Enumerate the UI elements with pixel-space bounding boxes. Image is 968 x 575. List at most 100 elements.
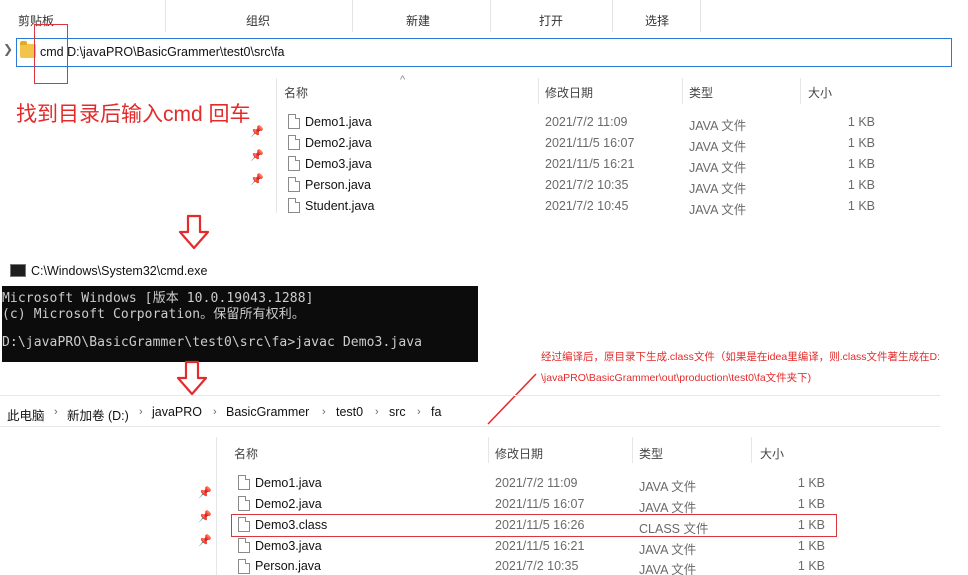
file-type: JAVA 文件 [689, 203, 747, 217]
file-size: 1 KB [847, 199, 875, 213]
file-icon [288, 198, 300, 213]
annotation-pointer-line [487, 373, 537, 425]
cmd-output-line: (c) Microsoft Corporation。保留所有权利。 [2, 307, 305, 322]
ribbon-separator [612, 0, 613, 32]
class-file-highlight-box [231, 514, 837, 537]
chevron-right-icon[interactable]: › [213, 406, 217, 418]
file-name: Person.java [255, 559, 322, 573]
pin-icon[interactable]: 📌 [198, 486, 212, 499]
file-modified: 2021/7/2 10:35 [495, 559, 579, 573]
file-name: Demo3.java [305, 157, 372, 171]
file-size: 1 KB [847, 157, 875, 171]
ribbon-separator [165, 0, 166, 32]
ribbon-group-open[interactable]: 打开 [539, 12, 563, 29]
file-modified: 2021/11/5 16:21 [495, 539, 585, 553]
file-type: JAVA 文件 [639, 543, 697, 557]
file-modified: 2021/11/5 16:07 [495, 497, 585, 511]
file-size: 1 KB [797, 497, 825, 511]
file-icon [288, 177, 300, 192]
column-divider [538, 78, 539, 104]
file-modified: 2021/7/2 11:09 [545, 115, 628, 129]
file-size: 1 KB [797, 559, 825, 573]
ribbon-separator [490, 0, 491, 32]
expand-arrow-icon[interactable]: ❯ [3, 42, 13, 58]
sort-up-icon: ^ [400, 74, 406, 86]
pin-icon[interactable]: 📌 [250, 173, 264, 186]
file-icon [238, 538, 250, 553]
column-header-size[interactable]: 大小 [760, 445, 784, 462]
address-input[interactable]: cmd D:\javaPRO\BasicGrammer\test0\src\fa [40, 45, 285, 59]
ribbon-group-select[interactable]: 选择 [645, 12, 669, 29]
column-header-name[interactable]: 名称 [284, 84, 308, 101]
file-size: 1 KB [797, 539, 825, 553]
ribbon-group-organize[interactable]: 组织 [246, 12, 270, 29]
breadcrumb-top-border [0, 395, 940, 396]
file-size: 1 KB [847, 178, 875, 192]
instruction-note: 找到目录后输入cmd 回车 [16, 103, 251, 126]
file-modified: 2021/7/2 10:35 [545, 178, 629, 192]
column-divider [276, 78, 277, 213]
column-header-modified[interactable]: 修改日期 [545, 84, 593, 101]
file-modified: 2021/11/5 16:21 [545, 157, 635, 171]
column-divider [682, 78, 683, 104]
column-header-size[interactable]: 大小 [808, 84, 832, 101]
file-icon [238, 559, 250, 574]
file-modified: 2021/7/2 11:09 [495, 476, 578, 490]
file-name: Demo2.java [255, 497, 322, 511]
file-icon [238, 475, 250, 490]
ribbon: 剪贴板 组织 新建 打开 选择 [0, 0, 968, 34]
chevron-right-icon[interactable]: › [417, 406, 421, 418]
ribbon-group-new[interactable]: 新建 [406, 12, 430, 29]
column-header-name[interactable]: 名称 [234, 445, 258, 462]
file-size: 1 KB [797, 476, 825, 490]
pin-icon[interactable]: 📌 [198, 510, 212, 523]
breadcrumb-item[interactable]: 新加卷 (D:) [67, 405, 129, 424]
column-divider [488, 437, 489, 463]
ribbon-separator [352, 0, 353, 32]
breadcrumb-item[interactable]: fa [431, 405, 441, 419]
column-divider [800, 78, 801, 104]
breadcrumb-item[interactable]: test0 [336, 405, 363, 419]
annotation-line-2: \javaPRO\BasicGrammer\out\production\tes… [541, 372, 812, 384]
file-modified: 2021/7/2 10:45 [545, 199, 629, 213]
file-type: JAVA 文件 [689, 140, 747, 154]
cmd-window-title: C:\Windows\System32\cmd.exe [31, 264, 208, 278]
file-type: JAVA 文件 [689, 119, 747, 133]
file-name: Demo1.java [305, 115, 372, 129]
chevron-right-icon[interactable]: › [375, 406, 379, 418]
file-icon [288, 156, 300, 171]
file-name: Person.java [305, 178, 372, 192]
file-size: 1 KB [847, 136, 875, 150]
breadcrumb-item[interactable]: javaPRO [152, 405, 202, 419]
file-icon [288, 135, 300, 150]
pin-icon[interactable]: 📌 [198, 534, 212, 547]
chevron-right-icon[interactable]: › [139, 406, 143, 418]
file-size: 1 KB [847, 115, 875, 129]
chevron-right-icon[interactable]: › [54, 406, 58, 418]
file-name: Demo3.java [255, 539, 322, 553]
file-icon [238, 496, 250, 511]
column-divider [216, 437, 217, 575]
ribbon-separator [700, 0, 701, 32]
column-divider [751, 437, 752, 463]
file-modified: 2021/11/5 16:07 [545, 136, 635, 150]
pin-icon[interactable]: 📌 [250, 125, 264, 138]
pin-icon[interactable]: 📌 [250, 149, 264, 162]
breadcrumb-item[interactable]: 此电脑 [7, 405, 45, 424]
chevron-right-icon[interactable]: › [322, 406, 326, 418]
file-icon [288, 114, 300, 129]
file-name: Student.java [305, 199, 375, 213]
file-type: JAVA 文件 [639, 563, 697, 575]
down-arrow-icon [176, 360, 208, 396]
breadcrumb-item[interactable]: src [389, 405, 406, 419]
column-header-type[interactable]: 类型 [689, 84, 713, 101]
breadcrumb-item[interactable]: BasicGrammer [226, 405, 309, 419]
file-name: Demo2.java [305, 136, 372, 150]
file-type: JAVA 文件 [689, 161, 747, 175]
column-header-type[interactable]: 类型 [639, 445, 663, 462]
file-type: JAVA 文件 [639, 480, 697, 494]
column-header-modified[interactable]: 修改日期 [495, 445, 543, 462]
down-arrow-icon [178, 214, 210, 250]
file-name: Demo1.java [255, 476, 322, 490]
cmd-icon [10, 264, 26, 277]
